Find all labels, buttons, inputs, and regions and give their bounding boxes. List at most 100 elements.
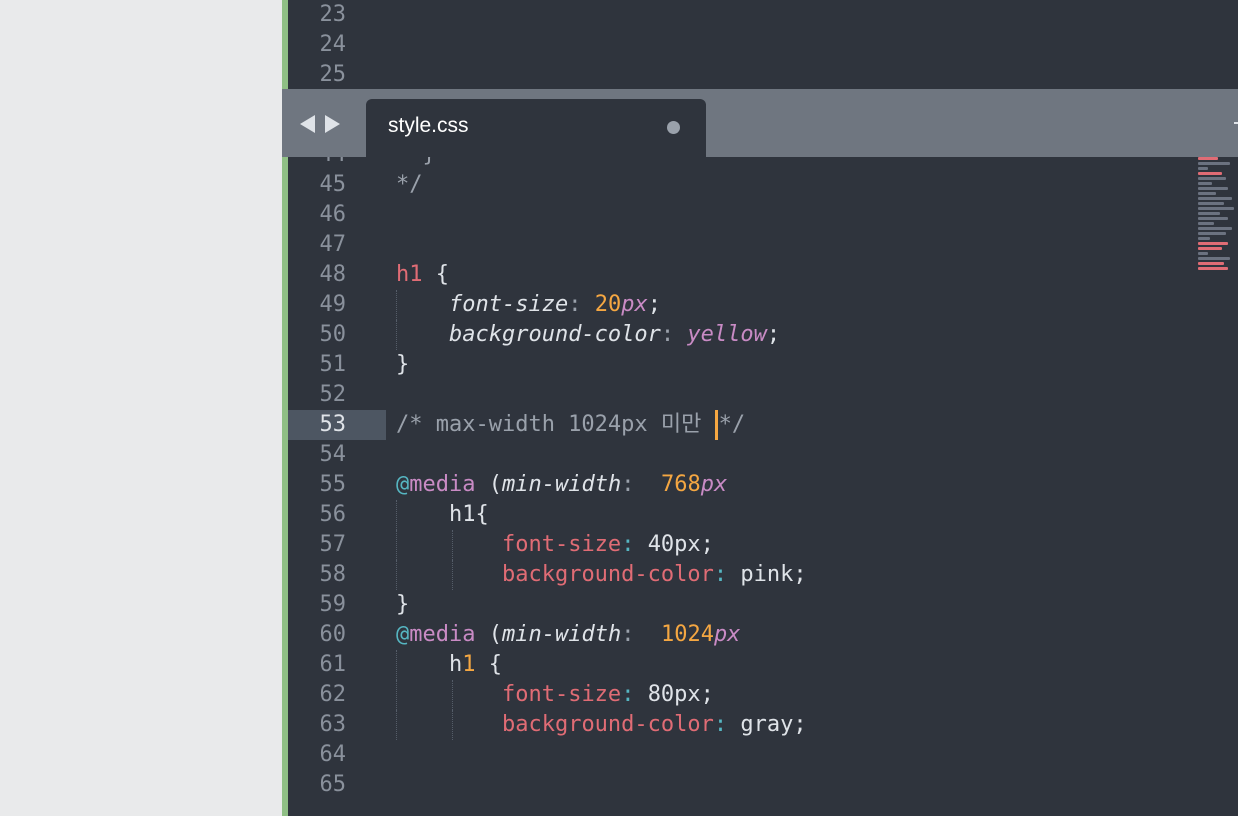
line-number: 54: [319, 442, 347, 467]
sidebar-panel: [0, 0, 282, 816]
code-line: font-size: 40px;: [396, 530, 1196, 560]
number: 20: [594, 292, 622, 317]
line-number: 63: [319, 712, 347, 737]
line-number: 58: [319, 562, 347, 587]
line-number: 46: [319, 202, 347, 227]
indent-guide: [396, 530, 397, 560]
line-number: 64: [319, 742, 347, 767]
line-number-active: 53: [288, 410, 386, 440]
indent-guide: [396, 680, 397, 710]
line-number: 65: [319, 772, 347, 797]
property: font-size: [501, 682, 622, 707]
colon: :: [660, 322, 688, 347]
keyword: media: [409, 472, 476, 497]
tab-style-css[interactable]: style.css: [366, 99, 706, 157]
code-line: @media (min-width: 768px: [396, 470, 1196, 500]
tab-bar: style.css: [282, 89, 1238, 157]
value: pink;: [740, 562, 807, 587]
indent-guide: [452, 530, 453, 560]
semicolon: ;: [766, 322, 781, 347]
keyword: media: [409, 622, 476, 647]
line-number: 25: [319, 62, 347, 87]
code-line: h1{: [396, 500, 1196, 530]
number: 1: [462, 652, 476, 677]
tab-title: style.css: [388, 114, 469, 137]
code-line: */: [396, 170, 1196, 200]
number: 1024: [660, 622, 714, 647]
brace: {: [475, 502, 489, 527]
code-area[interactable]: } */ h1 { font-size: 20px; background-co…: [396, 140, 1196, 799]
code-line: background-color: yellow;: [396, 320, 1196, 350]
unit: px: [713, 622, 741, 647]
code-line: background-color: gray;: [396, 710, 1196, 740]
brace: }: [396, 352, 410, 377]
unit: px: [621, 292, 648, 317]
number: 768: [660, 472, 701, 497]
code-line: }: [396, 590, 1196, 620]
code-line: }: [396, 350, 1196, 380]
brace: }: [396, 592, 410, 617]
value: yellow: [687, 322, 767, 347]
tab-navigation: [300, 115, 340, 133]
line-number: 49: [319, 292, 347, 317]
gutter: 44 45 46 47 48 49 50 51 52 53 54 55 56 5…: [288, 140, 386, 799]
colon: :: [568, 292, 595, 317]
indent-guide: [396, 290, 397, 320]
property: background-color: [501, 712, 714, 737]
comment: */: [718, 412, 746, 437]
tab-overflow-icon[interactable]: [1234, 122, 1238, 124]
paren: (: [475, 622, 502, 647]
unit: px: [700, 472, 728, 497]
code-line: font-size: 80px;: [396, 680, 1196, 710]
line-number: 60: [319, 622, 347, 647]
code-line: font-size: 20px;: [396, 290, 1196, 320]
comment: /* max-width 1024px 미만: [396, 412, 715, 437]
minimap[interactable]: [1198, 157, 1238, 427]
colon: :: [621, 682, 648, 707]
value: gray;: [740, 712, 807, 737]
code-line: @media (min-width: 1024px: [396, 620, 1196, 650]
property: min-width: [501, 622, 622, 647]
indent-guide: [452, 560, 453, 590]
indent-guide: [396, 320, 397, 350]
colon: :: [713, 712, 741, 737]
indent-guide: [396, 650, 397, 680]
colon: :: [621, 532, 648, 557]
line-number: 23: [319, 2, 347, 27]
line-number: 57: [319, 532, 347, 557]
gutter-upper-pane: 23 24 25: [288, 0, 386, 90]
line-number: 61: [319, 652, 347, 677]
indent-guide: [396, 710, 397, 740]
colon: :: [621, 472, 661, 497]
line-number: 55: [319, 472, 347, 497]
semicolon: ;: [647, 292, 661, 317]
selector: h: [448, 652, 463, 677]
brace: {: [475, 652, 502, 677]
property: font-size: [448, 292, 569, 317]
text-cursor: [714, 410, 718, 440]
indent-guide: [396, 500, 397, 530]
arrow-left-icon[interactable]: [300, 115, 315, 133]
colon: :: [713, 562, 741, 587]
line-number: 52: [319, 382, 347, 407]
line-number: 47: [319, 232, 347, 257]
arrow-right-icon[interactable]: [325, 115, 340, 133]
line-number: 45: [319, 172, 347, 197]
unsaved-indicator-icon[interactable]: [667, 121, 680, 134]
line-number: 24: [319, 32, 347, 57]
selector: h1: [448, 502, 476, 527]
property: min-width: [501, 472, 622, 497]
code-line: h1 {: [396, 260, 1196, 290]
selector: h1: [396, 262, 423, 287]
line-number: 51: [319, 352, 347, 377]
paren: (: [475, 472, 502, 497]
value: 40px;: [647, 532, 714, 557]
line-number: 56: [319, 502, 347, 527]
brace: {: [422, 262, 449, 287]
